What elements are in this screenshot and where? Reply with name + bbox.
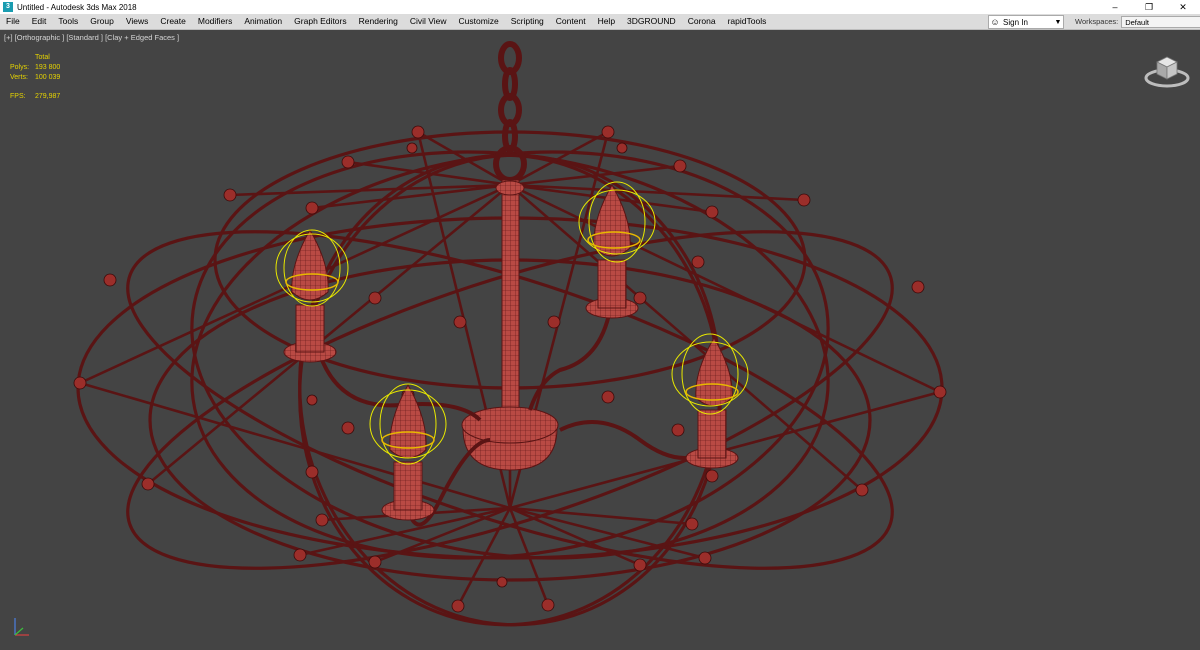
minimize-icon[interactable]: – [1098,0,1132,14]
workspaces-label: Workspaces: [1075,17,1119,26]
user-icon: ☺ [990,17,1000,27]
menu-rendering[interactable]: Rendering [353,14,404,29]
menu-animation[interactable]: Animation [238,14,288,29]
menu-tools[interactable]: Tools [52,14,84,29]
verts-value: 100 039 [35,74,61,81]
polys-label: Polys: [10,64,30,71]
perspective-viewport[interactable]: [+] [Orthographic ] [Standard ] [Clay + … [0,30,1200,650]
menu-help[interactable]: Help [592,14,621,29]
menu-views[interactable]: Views [120,14,155,29]
verts-label: Verts: [10,74,28,81]
menu-graph-editors[interactable]: Graph Editors [288,14,352,29]
viewcube-icon[interactable] [1144,50,1190,90]
chandelier-wireframe-model[interactable] [0,30,1200,650]
workspaces-dropdown[interactable]: Default [1121,15,1200,28]
fps-value: 279,987 [35,93,61,100]
menu-scripting[interactable]: Scripting [505,14,550,29]
menu-bar: File Edit Tools Group Views Create Modif… [0,14,1200,30]
fps-label: FPS: [10,93,26,100]
menu-3dground[interactable]: 3DGROUND [621,14,682,29]
statistics-overlay: Total Polys: 193 800 Verts: 100 039 FPS:… [10,53,60,102]
workspaces-selector: Workspaces: Default [1075,15,1200,28]
chevron-down-icon: ▼ [1054,18,1062,26]
menu-rapidtools[interactable]: rapidTools [722,14,773,29]
axis-tripod-icon [14,618,29,636]
3ds-max-icon[interactable]: 3 [3,2,13,12]
menu-file[interactable]: File [0,14,26,29]
restore-icon[interactable]: ❐ [1132,0,1166,14]
close-icon[interactable]: ✕ [1166,0,1200,14]
menu-content[interactable]: Content [550,14,592,29]
menu-modifiers[interactable]: Modifiers [192,14,238,29]
sign-in-label: Sign In [1003,17,1028,27]
stats-total-label: Total [35,54,50,61]
menu-edit[interactable]: Edit [26,14,53,29]
menu-civil-view[interactable]: Civil View [404,14,453,29]
viewport-label-menu[interactable]: [+] [Orthographic ] [Standard ] [Clay + … [4,33,179,42]
menu-corona[interactable]: Corona [682,14,722,29]
menu-customize[interactable]: Customize [453,14,505,29]
menu-create[interactable]: Create [154,14,192,29]
window-title: Untitled - Autodesk 3ds Max 2018 [17,2,137,12]
polys-value: 193 800 [35,64,61,71]
menu-group[interactable]: Group [84,14,120,29]
sign-in-dropdown[interactable]: ☺ Sign In ▼ [988,15,1064,29]
title-bar: 3 Untitled - Autodesk 3ds Max 2018 – ❐ ✕ [0,0,1200,14]
